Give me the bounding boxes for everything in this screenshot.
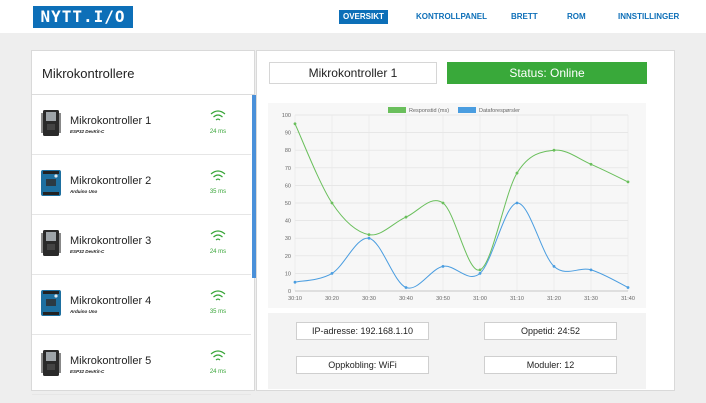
x-tick-label: 30:20: [325, 296, 339, 302]
data-point[interactable]: [404, 215, 408, 219]
data-point[interactable]: [515, 201, 519, 205]
y-tick-label: 20: [285, 254, 291, 260]
controller-list-item[interactable]: Mikrokontroller 1 ESP32 DevKit-C 24 ms: [32, 95, 251, 155]
nav-rom[interactable]: ROM: [567, 10, 586, 24]
controller-list-item[interactable]: Mikrokontroller 2 Arduino Uno 35 ms: [32, 155, 251, 215]
info-area: IP-adresse: 192.168.1.10 Oppetid: 24:52 …: [268, 313, 646, 389]
series-line: [294, 202, 629, 289]
controller-list-item[interactable]: Mikrokontroller 3 ESP32 DevKit-C 24 ms: [32, 215, 251, 275]
controller-sidebar: Mikrokontrollere Mikrokontroller 1 ESP32 …: [31, 50, 256, 395]
x-tick-label: 31:10: [510, 296, 524, 302]
chart-area: 0 10 20 30 40 50 60 70 80 90 100 30:10 30:20 30:30 30:…: [268, 103, 646, 308]
arduino-board-icon: [40, 169, 62, 197]
data-point[interactable]: [367, 233, 371, 237]
status-badge: Status: Online: [447, 62, 647, 84]
controller-model: Arduino Uno: [70, 189, 98, 194]
esp32-board-icon: [40, 109, 62, 137]
data-point[interactable]: [441, 264, 445, 268]
data-point[interactable]: [478, 268, 482, 272]
response-chart: 0 10 20 30 40 50 60 70 80 90 100 30:10 30:20 30:30 30:…: [282, 107, 635, 302]
data-point[interactable]: [404, 286, 408, 289]
latency-value: 35 ms: [209, 189, 227, 195]
x-tick-label: 30:10: [288, 296, 302, 302]
controller-name: Mikrokontroller 4: [70, 295, 152, 307]
esp32-board-icon: [40, 349, 62, 377]
wifi-signal-icon: [210, 349, 226, 363]
y-tick-label: 30: [285, 236, 291, 242]
y-tick-label: 100: [282, 113, 291, 119]
controller-list-item[interactable]: Mikrokontroller 5 ESP32 DevKit-C 24 ms: [32, 335, 251, 395]
controller-name: Mikrokontroller 2: [70, 175, 152, 187]
y-tick-label: 90: [285, 131, 291, 137]
legend-swatch: [458, 107, 476, 113]
legend-label[interactable]: Dataforespørsler: [479, 108, 520, 114]
connection-field: Oppkobling: WiFi: [296, 356, 429, 374]
controller-model: Arduino Uno: [70, 309, 98, 314]
data-point[interactable]: [367, 236, 371, 240]
latency-value: 24 ms: [209, 129, 227, 135]
x-tick-label: 31:00: [473, 296, 487, 302]
y-tick-label: 10: [285, 271, 291, 277]
data-point[interactable]: [626, 286, 630, 289]
top-navigation-bar: NYTT.I/O OVERSIKT KONTROLLPANEL BRETT RO…: [0, 0, 706, 33]
latency-value: 35 ms: [209, 309, 227, 315]
data-point[interactable]: [589, 268, 593, 272]
latency-value: 24 ms: [209, 369, 227, 375]
data-point[interactable]: [626, 180, 630, 184]
ip-address-field: IP-adresse: 192.168.1.10: [296, 322, 429, 340]
esp32-board-icon: [40, 229, 62, 257]
sidebar-title: Mikrokontrollere: [42, 66, 135, 81]
data-point[interactable]: [552, 148, 556, 152]
data-point[interactable]: [515, 171, 519, 175]
series-line: [294, 123, 629, 271]
modules-field: Moduler: 12: [484, 356, 617, 374]
data-point[interactable]: [330, 201, 334, 205]
y-tick-label: 50: [285, 201, 291, 207]
app-logo[interactable]: NYTT.I/O: [33, 6, 133, 28]
nav-innstillinger[interactable]: INNSTILLINGER: [618, 10, 679, 24]
wifi-signal-icon: [210, 289, 226, 303]
controller-detail-panel: Mikrokontroller 1 Status: Online 0 10 20 30…: [256, 50, 675, 391]
legend-label[interactable]: Responstid (ms): [409, 108, 449, 114]
y-tick-label: 70: [285, 166, 291, 172]
legend-swatch: [388, 107, 406, 113]
selected-controller-name: Mikrokontroller 1: [269, 62, 437, 84]
nav-oversikt[interactable]: OVERSIKT: [339, 10, 388, 24]
controller-model: ESP32 DevKit-C: [70, 249, 105, 254]
y-tick-label: 40: [285, 219, 291, 225]
controller-name: Mikrokontroller 1: [70, 115, 152, 127]
data-point[interactable]: [330, 272, 334, 275]
x-tick-label: 31:40: [621, 296, 635, 302]
controller-model: ESP32 DevKit-C: [70, 369, 105, 374]
arduino-board-icon: [40, 289, 62, 317]
data-point[interactable]: [441, 201, 445, 205]
uptime-field: Oppetid: 24:52: [484, 322, 617, 340]
controller-name: Mikrokontroller 5: [70, 355, 152, 367]
controller-list-item[interactable]: Mikrokontroller 4 Arduino Uno 35 ms: [32, 275, 251, 335]
x-tick-label: 30:50: [436, 296, 450, 302]
controller-model: ESP32 DevKit-C: [70, 129, 105, 134]
wifi-signal-icon: [210, 169, 226, 183]
x-tick-label: 30:30: [362, 296, 376, 302]
controller-name: Mikrokontroller 3: [70, 235, 152, 247]
x-tick-label: 30:40: [399, 296, 413, 302]
wifi-signal-icon: [210, 109, 226, 123]
y-tick-label: 0: [288, 289, 291, 295]
wifi-signal-icon: [210, 229, 226, 243]
x-tick-label: 31:30: [584, 296, 598, 302]
nav-kontrollpanel[interactable]: KONTROLLPANEL: [416, 10, 487, 24]
latency-value: 24 ms: [209, 249, 227, 255]
data-point[interactable]: [293, 280, 297, 284]
data-point[interactable]: [478, 272, 482, 275]
data-point[interactable]: [552, 264, 556, 268]
x-tick-label: 31:20: [547, 296, 561, 302]
data-point[interactable]: [589, 162, 593, 166]
y-tick-label: 80: [285, 148, 291, 154]
nav-brett[interactable]: BRETT: [511, 10, 538, 24]
data-point[interactable]: [293, 122, 297, 126]
y-tick-label: 60: [285, 183, 291, 189]
